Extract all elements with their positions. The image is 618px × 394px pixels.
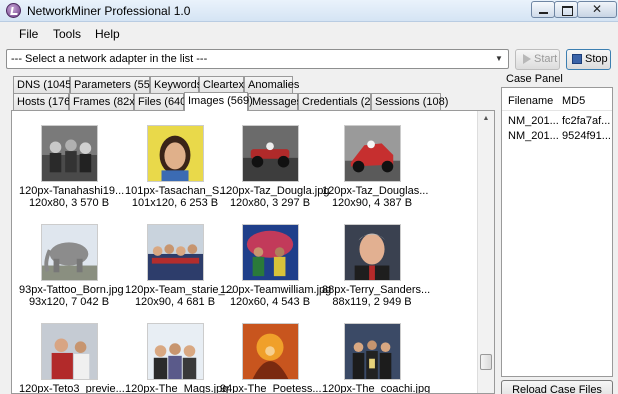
images-panel: 120px-Tanahashi19... 120x80, 3 570 B 101… (11, 110, 495, 394)
image-filename: 88px-Terry_Sanders... (322, 284, 431, 296)
case-md5: fc2fa7af... (562, 115, 611, 127)
image-item[interactable]: 93px-Tattoo_Born.jpg 93x120, 7 042 B (19, 224, 124, 308)
case-filename: NM_201... (508, 130, 559, 142)
image-dimensions: 120x80, 3 297 B (229, 197, 311, 209)
title-bar: NetworkMiner Professional 1.0 (0, 0, 618, 22)
network-adapter-select[interactable]: --- Select a network adapter in the list… (6, 49, 509, 69)
case-filename: NM_201... (508, 115, 559, 127)
image-filename: 120px-Tanahashi19... (19, 185, 125, 197)
stop-button-label: Stop (585, 53, 608, 65)
case-panel-title: Case Panel (506, 73, 563, 85)
image-thumbnail[interactable] (146, 323, 204, 380)
tab-cleartext[interactable]: Cleartext (199, 76, 247, 93)
reload-case-files-button[interactable]: Reload Case Files (501, 380, 613, 394)
tab-files[interactable]: Files (640) (134, 93, 190, 110)
image-filename: 120px-Teamwilliam.jpg (220, 284, 332, 296)
image-item[interactable]: 120px-Team_starie_... 120x90, 4 681 B (125, 224, 234, 308)
play-icon (523, 54, 531, 64)
main-area: DNS (1045) Parameters (559) Keywords Cle… (0, 72, 618, 394)
image-filename: 120px-Teto3_previe... (19, 383, 125, 394)
image-thumbnail[interactable] (40, 224, 98, 281)
image-item[interactable]: 88px-Terry_Sanders... 88x119, 2 949 B (322, 224, 431, 308)
image-thumbnail[interactable] (241, 224, 299, 281)
column-header-filename[interactable]: Filename (508, 95, 553, 107)
image-item[interactable]: 101px-Tasachan_S... 101x120, 6 253 B (125, 125, 229, 209)
image-filename: 93px-Tattoo_Born.jpg (19, 284, 124, 296)
image-item[interactable]: 120px-Tanahashi19... 120x80, 3 570 B (19, 125, 125, 209)
image-dimensions: 93x120, 7 042 B (28, 296, 110, 308)
image-filename: 120px-The_Mags.jpg (125, 383, 229, 394)
image-thumbnail[interactable] (343, 323, 401, 380)
start-button-label: Start (534, 53, 558, 65)
tab-keywords[interactable]: Keywords (150, 76, 202, 93)
case-file-row[interactable]: NM_201... fc2fa7af... (502, 115, 612, 129)
image-filename: 120px-Taz_Dougla.jpg (220, 185, 330, 197)
image-filename: 120px-Taz_Douglas... (322, 185, 429, 197)
window-title: NetworkMiner Professional 1.0 (27, 4, 191, 18)
menu-tools[interactable]: Tools (53, 27, 81, 41)
scroll-thumb[interactable] (480, 354, 492, 370)
image-filename: 101px-Tasachan_S... (125, 185, 229, 197)
image-item[interactable]: 120px-Taz_Dougla.jpg 120x80, 3 297 B (220, 125, 330, 209)
image-dimensions: 88x119, 2 949 B (332, 296, 412, 308)
tab-dns[interactable]: DNS (1045) (13, 76, 75, 93)
image-item[interactable]: 120px-Teamwilliam.jpg 120x60, 4 543 B (220, 224, 332, 308)
network-adapter-value: --- Select a network adapter in the list… (11, 53, 208, 65)
image-filename: 120px-Team_starie_... (125, 284, 234, 296)
image-thumbnail[interactable] (40, 323, 98, 380)
tab-messages[interactable]: Messages (248, 93, 302, 110)
menu-file[interactable]: File (19, 27, 38, 41)
start-button[interactable]: Start (515, 49, 560, 70)
image-thumbnail[interactable] (343, 125, 401, 182)
image-item[interactable]: 120px-Taz_Douglas... 120x90, 4 387 B (322, 125, 429, 209)
image-thumbnail[interactable] (40, 125, 98, 182)
image-item[interactable]: 94px-The_Poetess... (220, 323, 322, 394)
image-filename: 94px-The_Poetess... (220, 383, 322, 394)
tab-images[interactable]: Images (569) (184, 92, 253, 111)
tab-frames[interactable]: Frames (82xx) (69, 93, 144, 110)
image-item[interactable]: 120px-The_Mags.jpg (125, 323, 229, 394)
case-file-row[interactable]: NM_201... 9524f91... (502, 130, 612, 144)
case-md5: 9524f91... (562, 130, 611, 142)
image-dimensions: 120x80, 3 570 B (28, 197, 110, 209)
image-thumbnail[interactable] (241, 125, 299, 182)
image-dimensions: 120x60, 4 543 B (229, 296, 311, 308)
image-item[interactable]: 120px-Teto3_previe... (19, 323, 125, 394)
case-panel-header: Filename MD5 (502, 88, 612, 111)
column-header-md5[interactable]: MD5 (562, 95, 585, 107)
image-item[interactable]: 120px-The_coachi.jpg (322, 323, 431, 394)
image-thumbnail[interactable] (241, 323, 299, 380)
tab-anomalies[interactable]: Anomalies (244, 76, 299, 93)
image-dimensions: 120x90, 4 681 B (134, 296, 216, 308)
image-thumbnail[interactable] (146, 224, 204, 281)
menu-bar: File Tools Help (0, 22, 618, 45)
image-thumbnail[interactable] (343, 224, 401, 281)
dropdown-arrow-icon[interactable]: ▼ (492, 52, 506, 66)
image-thumbnail[interactable] (146, 125, 204, 182)
images-scrollbar[interactable]: ▲ (477, 111, 494, 393)
stop-button[interactable]: Stop (566, 49, 611, 70)
tab-parameters[interactable]: Parameters (559) (70, 76, 160, 93)
menu-help[interactable]: Help (95, 27, 120, 41)
maximize-button[interactable] (554, 1, 578, 18)
tab-hosts[interactable]: Hosts (176) (13, 93, 74, 110)
stop-icon (572, 54, 582, 64)
image-dimensions: 120x90, 4 387 B (331, 197, 413, 209)
scroll-up-icon[interactable]: ▲ (478, 111, 494, 127)
tab-sessions[interactable]: Sessions (108) (371, 93, 448, 110)
image-dimensions: 101x120, 6 253 B (131, 197, 219, 209)
close-button[interactable] (577, 1, 617, 18)
minimize-button[interactable] (531, 1, 555, 18)
networkminer-logo-icon (6, 3, 21, 18)
image-filename: 120px-The_coachi.jpg (322, 383, 431, 394)
toolbar: --- Select a network adapter in the list… (0, 45, 618, 72)
tab-credentials[interactable]: Credentials (26) (298, 93, 380, 110)
case-panel: Filename MD5 NM_201... fc2fa7af... NM_20… (501, 87, 613, 377)
